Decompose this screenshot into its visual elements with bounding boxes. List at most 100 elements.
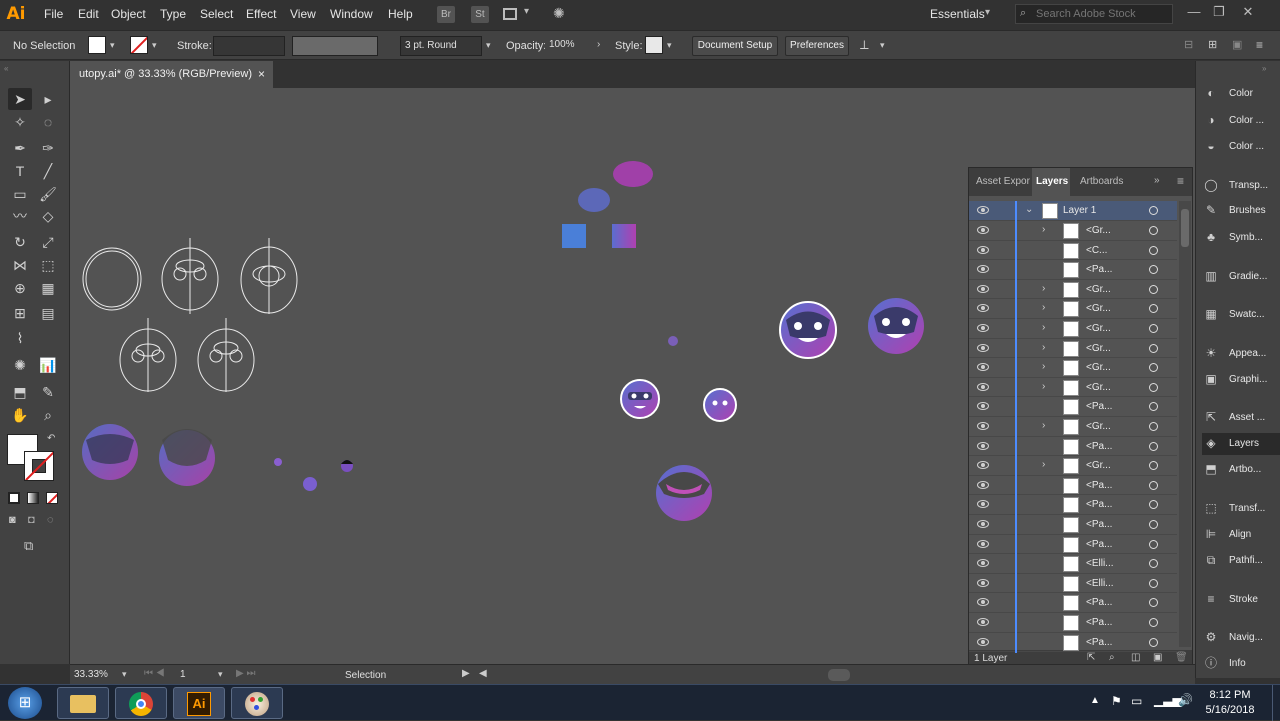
layer-row[interactable]: › <Gr...: [969, 319, 1177, 339]
visibility-eye-icon[interactable]: [977, 598, 989, 607]
menu-file[interactable]: File: [44, 7, 63, 21]
target-icon[interactable]: [1149, 618, 1158, 627]
slice-tool-icon[interactable]: ✎: [36, 381, 60, 403]
visibility-eye-icon[interactable]: [977, 206, 989, 214]
target-icon[interactable]: [1149, 559, 1158, 569]
visibility-eye-icon[interactable]: [977, 226, 989, 234]
visibility-eye-icon[interactable]: [977, 304, 989, 313]
panel-item-brushes[interactable]: ✎ Brushes: [1202, 200, 1280, 222]
panel-item-stroke[interactable]: ≡ Stroke: [1202, 589, 1280, 611]
target-icon[interactable]: [1149, 422, 1158, 431]
layer-row[interactable]: <Elli...: [969, 573, 1177, 594]
first-artboard-icon[interactable]: ⏮ ◀: [144, 668, 165, 679]
layer-row[interactable]: <Pa...: [969, 593, 1177, 614]
system-clock[interactable]: 8:12 PM 5/16/2018: [1195, 688, 1265, 718]
document-tab[interactable]: utopy.ai* @ 33.33% (RGB/Preview) ×: [70, 61, 273, 88]
trash-icon[interactable]: 🗑: [1175, 652, 1188, 663]
zoom-level[interactable]: 33.33%: [74, 669, 108, 680]
gradient-mode-icon[interactable]: [27, 492, 39, 504]
visibility-eye-icon[interactable]: [977, 265, 989, 274]
visibility-eye-icon[interactable]: [977, 441, 989, 450]
line-tool-icon[interactable]: ╱: [36, 160, 60, 182]
stock-search[interactable]: ⌕: [1015, 4, 1173, 24]
layer-row[interactable]: <Pa...: [969, 260, 1177, 281]
stroke-color-box[interactable]: [24, 451, 54, 481]
panel-item-color-guide[interactable]: ◑ Color ...: [1202, 110, 1280, 132]
direct-selection-tool-icon[interactable]: ▸: [36, 88, 60, 110]
target-icon[interactable]: [1149, 324, 1158, 333]
layer-row[interactable]: › <Gr...: [969, 358, 1177, 379]
minimize-button[interactable]: —: [1182, 2, 1206, 22]
panel-item-color[interactable]: ◐ Color: [1202, 83, 1280, 105]
tab-layers[interactable]: Layers: [1036, 176, 1068, 187]
target-icon[interactable]: [1149, 304, 1158, 314]
chrome-icon[interactable]: [115, 687, 167, 719]
target-icon[interactable]: [1149, 441, 1158, 451]
gpu-performance-icon[interactable]: ✺: [553, 5, 565, 22]
eyedropper-tool-icon[interactable]: ⌇: [8, 327, 32, 349]
visibility-eye-icon[interactable]: [977, 422, 989, 430]
chevron-right-icon[interactable]: ›: [597, 39, 600, 50]
stroke-weight-field[interactable]: [213, 36, 285, 56]
visibility-eye-icon[interactable]: [977, 578, 989, 587]
layer-row[interactable]: <Pa...: [969, 397, 1177, 418]
target-icon[interactable]: [1149, 500, 1158, 510]
menu-icon[interactable]: ≡: [1256, 38, 1263, 52]
selection-tool-icon[interactable]: ➤: [8, 88, 32, 110]
draw-inside-icon[interactable]: ◌: [47, 514, 54, 526]
layer-row[interactable]: › <Gr...: [969, 221, 1177, 241]
scale-tool-icon[interactable]: ⤢: [36, 231, 60, 253]
shaper-tool-icon[interactable]: 〰: [8, 205, 32, 227]
layer-row[interactable]: <Pa...: [969, 534, 1177, 555]
graph-tool-icon[interactable]: 📊: [36, 354, 60, 376]
chevron-down-icon[interactable]: ⌄: [1025, 204, 1033, 215]
target-icon[interactable]: [1149, 480, 1158, 490]
type-tool-icon[interactable]: T: [8, 160, 32, 182]
target-icon[interactable]: [1149, 265, 1158, 275]
paintbrush-tool-icon[interactable]: 🖌: [36, 183, 60, 205]
visibility-eye-icon[interactable]: [977, 637, 989, 646]
restore-button[interactable]: ❐: [1207, 2, 1231, 22]
layer-row[interactable]: › <Gr...: [969, 338, 1177, 359]
mesh-tool-icon[interactable]: ⊞: [8, 302, 32, 324]
free-transform-tool-icon[interactable]: ⬚: [36, 254, 60, 276]
none-mode-icon[interactable]: [46, 492, 58, 504]
layer-row[interactable]: › <Gr...: [969, 456, 1177, 477]
paint-icon[interactable]: [231, 687, 283, 719]
shape-builder-tool-icon[interactable]: ⊕: [8, 277, 32, 299]
layer-row[interactable]: <Pa...: [969, 632, 1177, 653]
hand-tool-icon[interactable]: ✋: [8, 404, 32, 426]
visibility-eye-icon[interactable]: [977, 363, 989, 372]
menu-object[interactable]: Object: [111, 7, 146, 21]
visibility-eye-icon[interactable]: [977, 618, 989, 626]
panel-item-transparency[interactable]: ◯ Transp...: [1202, 175, 1280, 197]
chevron-right-icon[interactable]: ›: [1042, 322, 1045, 333]
chevron-down-icon[interactable]: ▾: [110, 40, 115, 51]
panel-item-gradient[interactable]: ▥ Gradie...: [1202, 266, 1280, 288]
visibility-eye-icon[interactable]: [977, 520, 989, 528]
layer-row[interactable]: <Elli...: [969, 554, 1177, 575]
gradient-tool-icon[interactable]: ▤: [36, 302, 60, 324]
menu-view[interactable]: View: [290, 7, 316, 21]
chevron-down-icon[interactable]: ▾: [122, 669, 127, 680]
target-icon[interactable]: [1149, 226, 1158, 235]
fill-swatch[interactable]: [88, 36, 106, 54]
pen-tool-icon[interactable]: ✒: [8, 137, 32, 159]
stock-button[interactable]: St: [471, 6, 489, 23]
layer-row[interactable]: <Pa...: [969, 436, 1177, 457]
panel-item-artboards[interactable]: ⬒ Artbo...: [1202, 459, 1280, 481]
horizontal-scrollbar-thumb[interactable]: [828, 669, 850, 681]
menu-help[interactable]: Help: [388, 7, 413, 21]
chevron-down-icon[interactable]: ▾: [218, 669, 223, 680]
collapse-icon[interactable]: «: [4, 64, 8, 73]
panel-item-info[interactable]: ⓘ Info: [1202, 653, 1280, 675]
start-button-icon[interactable]: ⊞: [8, 687, 42, 719]
panel-item-layers[interactable]: ◈ Layers: [1202, 433, 1280, 455]
chevron-right-icon[interactable]: ›: [1042, 224, 1045, 235]
perspective-grid-tool-icon[interactable]: ▦: [36, 277, 60, 299]
chevron-down-icon[interactable]: ▾: [524, 6, 529, 17]
illustrator-taskbar-icon[interactable]: Ai: [173, 687, 225, 719]
transform-icon[interactable]: ⊞: [1208, 38, 1217, 51]
panel-item-asset-export[interactable]: ⇱ Asset ...: [1202, 407, 1280, 429]
layer-row[interactable]: › <Gr...: [969, 279, 1177, 300]
